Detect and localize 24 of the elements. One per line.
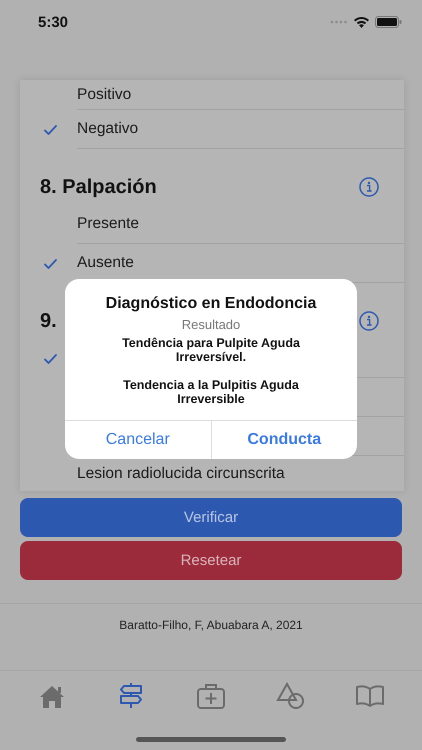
- info-icon[interactable]: [359, 177, 379, 197]
- option-label[interactable]: Positivo: [77, 86, 132, 104]
- status-time: 5:30: [38, 14, 68, 30]
- section-title: 9.: [40, 310, 57, 333]
- footer-credit: Baratto-Filho, F, Abuabara A, 2021: [119, 618, 303, 634]
- alert-message: Tendência para Pulpite Aguda Irreversível.: [121, 336, 301, 364]
- alert-message: Tendencia a la Pulpitis Aguda Irreversible: [122, 378, 300, 406]
- alert-title: Diagnóstico en Endodoncia: [106, 295, 316, 313]
- option-label[interactable]: Ausente: [77, 254, 134, 272]
- option-label[interactable]: Negativo: [77, 120, 138, 138]
- alert-subtitle: Resultado: [182, 317, 240, 332]
- battery-icon: [375, 16, 402, 28]
- shapes-icon[interactable]: [276, 682, 306, 710]
- cancel-button[interactable]: Cancelar: [65, 421, 210, 459]
- action-button[interactable]: Conducta: [210, 421, 357, 459]
- wifi-icon: [353, 16, 370, 28]
- signal-icon: [330, 20, 348, 24]
- verify-button[interactable]: Verificar: [20, 498, 402, 537]
- reset-button[interactable]: Resetear: [20, 541, 402, 580]
- option-label[interactable]: Presente: [77, 215, 140, 233]
- option-label[interactable]: Lesion radiolucida circunscrita: [77, 464, 285, 482]
- section-title: 8. Palpación: [40, 176, 157, 199]
- medkit-icon[interactable]: [196, 682, 226, 710]
- info-icon[interactable]: [359, 311, 379, 331]
